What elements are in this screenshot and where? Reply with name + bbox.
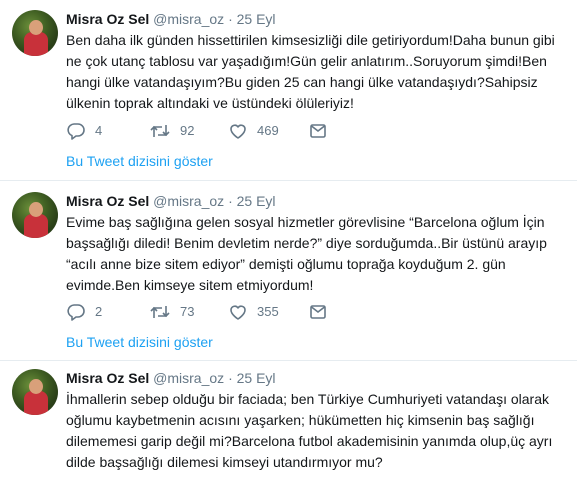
tweet-text-line: “acılı anne bize sitem ediyor” demişti o…	[66, 256, 506, 272]
direct-message-icon	[308, 303, 328, 321]
tweet-text-line: başsağlığı diledi! Benim devletim nerde?…	[66, 235, 547, 251]
tweet-feed: Misra Oz Sel @misra_oz · 25 Eyl Ben daha…	[0, 0, 577, 478]
tweet-date[interactable]: 25 Eyl	[237, 370, 276, 386]
tweet-text-line: ülkenin toprak altındaki ve üstündeki öl…	[66, 95, 354, 111]
tweet-date[interactable]: 25 Eyl	[237, 193, 276, 209]
reply-count: 4	[95, 123, 103, 138]
tweet-text-line: oğlumu kaybetmenin acısını yaşarken; hük…	[66, 412, 535, 428]
separator-dot: ·	[228, 370, 233, 386]
avatar[interactable]	[12, 369, 58, 415]
like-button[interactable]: 469	[228, 122, 279, 140]
retweet-button[interactable]: 73	[149, 303, 194, 321]
tweet-header: Misra Oz Sel @misra_oz · 25 Eyl	[66, 369, 563, 387]
tweet-date[interactable]: 25 Eyl	[237, 11, 276, 27]
retweet-button[interactable]: 92	[149, 122, 194, 140]
like-button[interactable]: 355	[228, 303, 279, 321]
show-thread-link[interactable]: Bu Tweet dizisini göster	[66, 153, 213, 169]
author-name[interactable]: Misra Oz Sel	[66, 370, 149, 386]
like-count: 355	[257, 304, 279, 319]
tweet[interactable]: Misra Oz Sel @misra_oz · 25 Eyl Evime ba…	[0, 181, 577, 361]
tweet[interactable]: Misra Oz Sel @misra_oz · 25 Eyl Ben daha…	[0, 0, 577, 181]
tweet-header: Misra Oz Sel @misra_oz · 25 Eyl	[66, 10, 563, 28]
heart-icon	[228, 122, 248, 140]
retweet-count: 92	[180, 123, 195, 138]
tweet-content: Misra Oz Sel @misra_oz · 25 Eyl İhmaller…	[66, 369, 563, 473]
tweet-text-line: Ben daha ilk günden hissettirilen kimses…	[66, 32, 555, 48]
retweet-icon	[149, 303, 171, 321]
tweet-content: Misra Oz Sel @misra_oz · 25 Eyl Evime ba…	[66, 192, 563, 296]
tweet-header: Misra Oz Sel @misra_oz · 25 Eyl	[66, 192, 563, 210]
tweet-text: Evime baş sağlığına gelen sosyal hizmetl…	[66, 212, 563, 296]
reply-button[interactable]: 4	[66, 122, 102, 140]
reply-button[interactable]: 2	[66, 303, 102, 321]
show-thread-link[interactable]: Bu Tweet dizisini göster	[66, 334, 213, 350]
author-handle[interactable]: @misra_oz	[153, 11, 224, 27]
tweet-text-line: Evime baş sağlığına gelen sosyal hizmetl…	[66, 214, 545, 230]
direct-message-button[interactable]	[308, 122, 328, 140]
retweet-count: 73	[180, 304, 195, 319]
separator-dot: ·	[228, 11, 233, 27]
author-name[interactable]: Misra Oz Sel	[66, 11, 149, 27]
separator-dot: ·	[228, 193, 233, 209]
avatar[interactable]	[12, 192, 58, 238]
tweet[interactable]: Misra Oz Sel @misra_oz · 25 Eyl İhmaller…	[0, 361, 577, 478]
reply-icon	[66, 303, 86, 321]
tweet-text-line: ne çok utanç tablosu var yaşadığım!Gün g…	[66, 53, 547, 69]
tweet-text-line: İhmallerin sebep olduğu bir faciada; ben…	[66, 391, 550, 407]
tweet-text-line: hangi ülke vatandaşıyım?Bu giden 25 can …	[66, 74, 538, 90]
tweet-content: Misra Oz Sel @misra_oz · 25 Eyl Ben daha…	[66, 10, 563, 114]
like-count: 469	[257, 123, 279, 138]
retweet-icon	[149, 122, 171, 140]
direct-message-button[interactable]	[308, 303, 328, 321]
tweet-text: İhmallerin sebep olduğu bir faciada; ben…	[66, 389, 563, 473]
direct-message-icon	[308, 122, 328, 140]
tweet-text-line: dilde başsağlığı dilemesi kimseyi utandı…	[66, 454, 383, 470]
reply-icon	[66, 122, 86, 140]
avatar[interactable]	[12, 10, 58, 56]
tweet-text: Ben daha ilk günden hissettirilen kimses…	[66, 30, 563, 114]
reply-count: 2	[95, 304, 103, 319]
tweet-text-line: evimde.Ben kimseye sitem etmiyordum!	[66, 277, 314, 293]
heart-icon	[228, 303, 248, 321]
author-handle[interactable]: @misra_oz	[153, 370, 224, 386]
author-handle[interactable]: @misra_oz	[153, 193, 224, 209]
tweet-text-line: dilememesi garip değil mi?Barcelona futb…	[66, 433, 553, 449]
author-name[interactable]: Misra Oz Sel	[66, 193, 149, 209]
